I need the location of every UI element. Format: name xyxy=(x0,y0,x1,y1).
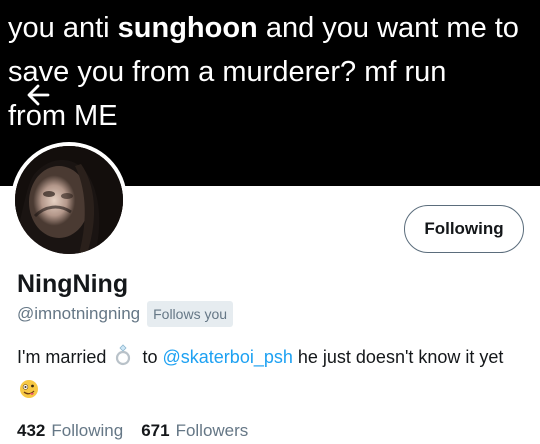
banner-line-1: you anti sunghoon and you want me to xyxy=(8,6,532,50)
zany-face-icon xyxy=(19,378,39,408)
bio-text-before: I'm married xyxy=(17,347,107,367)
user-handle: @imnotningning xyxy=(17,304,141,323)
follows-you-badge: Follows you xyxy=(147,301,234,327)
banner-line-3: from ME xyxy=(8,100,118,132)
bio-text-after: he just doesn't know it yet xyxy=(297,347,504,367)
followers-label: Followers xyxy=(175,421,249,440)
mention-link[interactable]: @skaterboi_psh xyxy=(163,347,293,367)
banner-line-2: save you from a murderer? mf run xyxy=(8,56,447,88)
avatar-photo xyxy=(15,146,123,254)
profile-stats: 432 Following 671 Followers xyxy=(17,419,266,443)
banner-line-1-post: and you want me to xyxy=(257,12,519,44)
profile-bio: I'm married to @skaterboi_psh he just do… xyxy=(17,342,517,408)
followers-count: 671 xyxy=(141,421,170,440)
bio-text-to: to xyxy=(142,347,158,367)
following-count: 432 xyxy=(17,421,46,440)
ring-icon xyxy=(113,344,133,375)
back-button[interactable] xyxy=(24,80,54,110)
followers-stat[interactable]: 671 Followers xyxy=(141,421,248,441)
banner-line-1-pre: you anti xyxy=(8,12,118,44)
arrow-left-icon xyxy=(27,84,50,106)
handle-row: @imnotningning Follows you xyxy=(17,301,234,327)
following-label: Following xyxy=(51,421,124,440)
banner-caption: you anti sunghoon and you want me to sav… xyxy=(8,6,532,138)
following-stat[interactable]: 432 Following xyxy=(17,421,123,441)
banner-line-1-bold: sunghoon xyxy=(117,12,258,44)
following-button[interactable]: Following xyxy=(404,205,524,253)
avatar[interactable] xyxy=(15,146,123,254)
display-name: NingNing xyxy=(17,270,129,298)
profile-screen: you anti sunghoon and you want me to sav… xyxy=(0,0,540,444)
